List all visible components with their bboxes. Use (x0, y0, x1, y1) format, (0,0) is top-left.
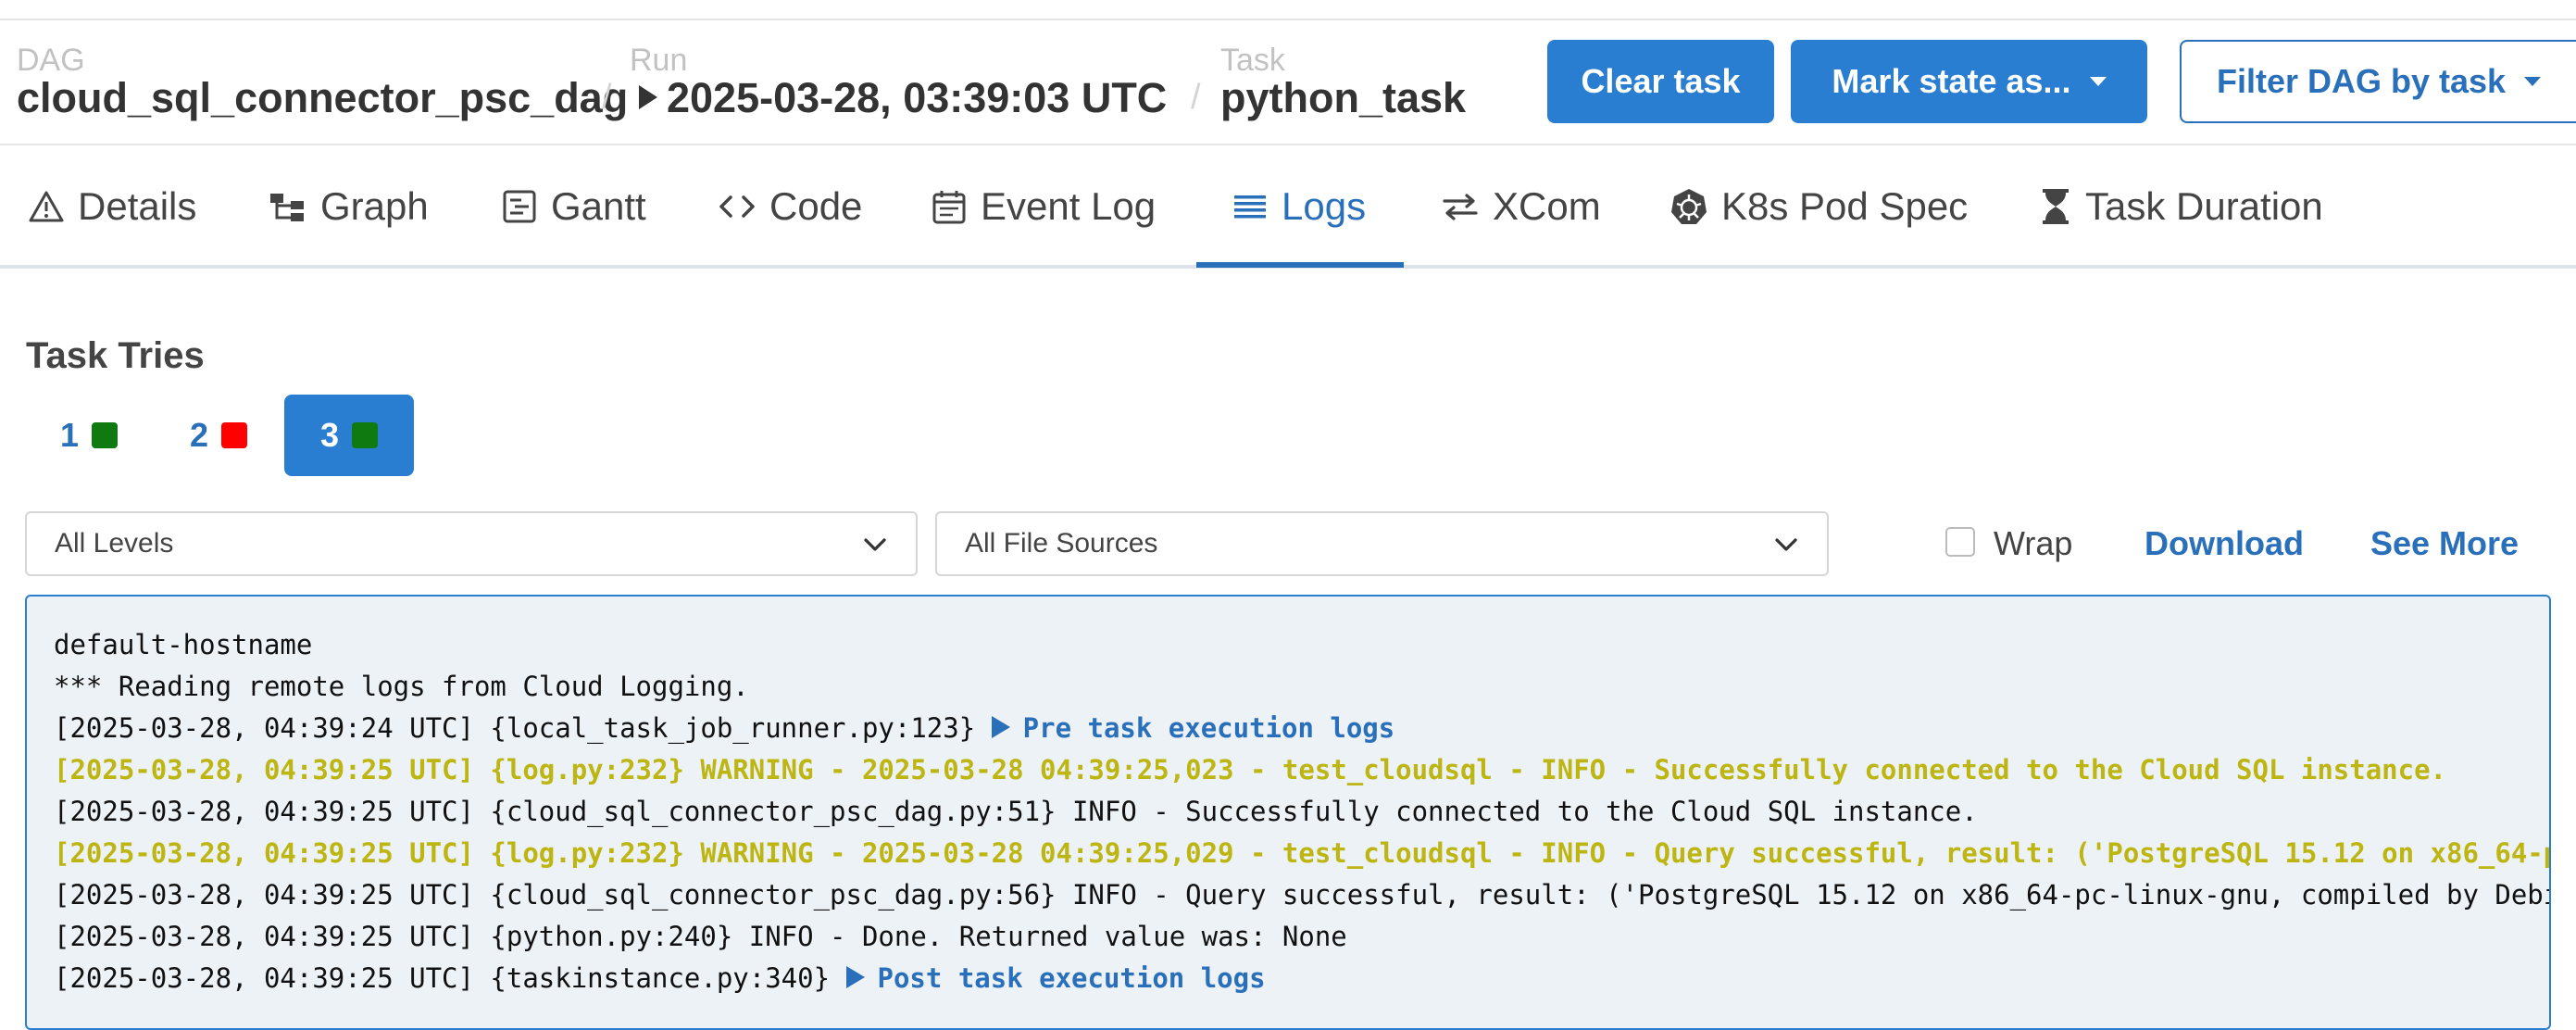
tab-xcom[interactable]: XCom (1441, 145, 1601, 268)
post-task-logs-label: Post task execution logs (877, 962, 1266, 994)
expand-triangle-icon (991, 716, 1010, 738)
swap-arrows-icon (1443, 194, 1478, 220)
file-source-select[interactable]: All File Sources (935, 511, 1829, 576)
status-square-icon (352, 422, 379, 448)
graph-icon (270, 194, 304, 221)
log-line-warning: [2025-03-28, 04:39:25 UTC] {log.py:232} … (54, 754, 2447, 785)
tab-code[interactable]: Code (718, 145, 862, 268)
task-try-number: 1 (59, 416, 80, 454)
log-line: [2025-03-28, 04:39:24 UTC] {local_task_j… (54, 708, 2549, 749)
log-line: [2025-03-28, 04:39:25 UTC] {cloud_sql_co… (54, 879, 2551, 911)
log-line-text: [2025-03-28, 04:39:24 UTC] {local_task_j… (54, 712, 992, 744)
file-source-selected: All File Sources (965, 528, 1158, 559)
status-square-icon (221, 422, 248, 448)
tab-gantt[interactable]: Gantt (501, 145, 646, 268)
task-try-number: 2 (189, 416, 209, 454)
mark-state-button[interactable]: Mark state as... (1791, 40, 2147, 123)
tab-graph[interactable]: Graph (269, 145, 429, 268)
chevron-down-icon (2089, 77, 2107, 86)
breadcrumb-task-value[interactable]: python_task (1220, 74, 1466, 122)
tab-label: Gantt (551, 184, 646, 228)
log-line-warning: [2025-03-28, 04:39:25 UTC] {log.py:232} … (54, 837, 2551, 869)
gantt-icon (503, 190, 536, 223)
breadcrumb-separator: / (602, 78, 612, 117)
task-try-3[interactable]: 3 (284, 395, 414, 476)
clear-task-button[interactable]: Clear task (1547, 40, 1774, 123)
log-level-selected: All Levels (55, 528, 174, 559)
wrap-checkbox[interactable] (1945, 527, 1975, 557)
filter-dag-button[interactable]: Filter DAG by task (2180, 40, 2576, 123)
wrap-label[interactable]: Wrap (1994, 524, 2072, 563)
tab-task-duration[interactable]: Task Duration (2039, 145, 2323, 268)
tab-details[interactable]: Details (28, 145, 196, 268)
tab-k8s-pod-spec[interactable]: K8s Pod Spec (1669, 145, 1968, 268)
clear-task-label: Clear task (1581, 62, 1741, 100)
pre-task-logs-toggle[interactable]: Pre task execution logs (991, 712, 1395, 744)
chevron-down-icon (864, 538, 886, 551)
code-icon (719, 195, 755, 218)
breadcrumb-run-text: 2025-03-28, 03:39:03 UTC (667, 74, 1168, 121)
log-line: [2025-03-28, 04:39:25 UTC] {python.py:24… (54, 921, 1347, 952)
mark-state-label: Mark state as... (1832, 62, 2071, 100)
tab-label: XCom (1493, 184, 1601, 228)
post-task-logs-toggle[interactable]: Post task execution logs (845, 962, 1266, 994)
tab-label: Event Log (981, 184, 1157, 228)
breadcrumb-separator: / (1191, 78, 1201, 117)
list-icon (1234, 195, 1266, 219)
task-try-number: 3 (319, 416, 340, 454)
kubernetes-icon (1671, 189, 1707, 224)
task-tries-title: Task Tries (26, 335, 205, 376)
top-border (0, 0, 2576, 20)
see-more-link[interactable]: See More (2370, 524, 2519, 563)
warning-triangle-icon (29, 191, 64, 222)
chevron-down-icon (1775, 538, 1797, 551)
log-level-select[interactable]: All Levels (25, 511, 918, 576)
tab-event-log[interactable]: Event Log (931, 145, 1156, 268)
tab-label: Graph (320, 184, 429, 228)
tab-label: Task Duration (2085, 184, 2323, 228)
log-line: [2025-03-28, 04:39:25 UTC] {taskinstance… (54, 958, 2549, 999)
download-link[interactable]: Download (2145, 524, 2304, 563)
pre-task-logs-label: Pre task execution logs (1022, 712, 1395, 744)
tab-bar: Details Graph Gantt Code Event Log Logs … (0, 145, 2576, 268)
tab-label: K8s Pod Spec (1721, 184, 1969, 228)
play-icon (639, 85, 657, 110)
filter-dag-label: Filter DAG by task (2217, 62, 2507, 100)
breadcrumb-dag-value[interactable]: cloud_sql_connector_psc_dag (17, 74, 628, 122)
hourglass-icon (2043, 189, 2069, 224)
log-line: [2025-03-28, 04:39:25 UTC] {cloud_sql_co… (54, 796, 1978, 827)
active-tab-indicator (1196, 262, 1404, 268)
task-try-1[interactable]: 1 (43, 395, 135, 476)
tab-label: Code (769, 184, 863, 228)
tab-logs[interactable]: Logs (1232, 145, 1366, 268)
calendar-icon (932, 191, 966, 224)
tab-label: Logs (1282, 184, 1367, 228)
task-try-2[interactable]: 2 (172, 395, 265, 476)
expand-triangle-icon (845, 966, 865, 988)
log-output[interactable]: default-hostname *** Reading remote logs… (25, 595, 2551, 1030)
log-line: *** Reading remote logs from Cloud Loggi… (54, 671, 749, 702)
log-line-text: [2025-03-28, 04:39:25 UTC] {taskinstance… (54, 962, 846, 994)
breadcrumb-run-value[interactable]: 2025-03-28, 03:39:03 UTC (639, 74, 1167, 122)
chevron-down-icon (2524, 77, 2542, 86)
status-square-icon (92, 422, 119, 448)
tab-label: Details (78, 184, 197, 228)
log-line: default-hostname (54, 629, 313, 660)
